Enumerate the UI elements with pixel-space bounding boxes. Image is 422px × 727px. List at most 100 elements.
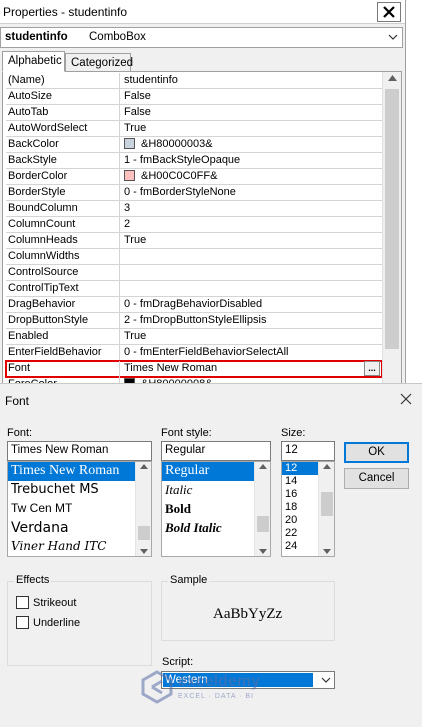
property-value[interactable]: &H80000003& bbox=[121, 137, 377, 153]
dialog-close-button[interactable] bbox=[400, 392, 412, 410]
ok-button[interactable]: OK bbox=[344, 442, 409, 463]
property-value-text: Times New Roman bbox=[124, 362, 218, 374]
property-row-font[interactable]: Font Times New Roman... bbox=[5, 360, 383, 378]
font-label: Font: bbox=[7, 427, 33, 439]
tab-categorized[interactable]: Categorized bbox=[65, 53, 133, 73]
watermark: exceldemy EXCEL · DATA · BI bbox=[138, 667, 298, 707]
property-row-enterfieldbehavior[interactable]: EnterFieldBehavior 0 - fmEnterFieldBehavi… bbox=[6, 345, 382, 361]
font-name-list[interactable]: Times New Roman Trebuchet MS Tw Cen MT V… bbox=[7, 461, 152, 557]
property-row-backcolor[interactable]: BackColor &H80000003& bbox=[6, 137, 382, 153]
scroll-thumb[interactable] bbox=[321, 492, 333, 516]
property-name: (Name) bbox=[6, 73, 120, 89]
property-name: AutoWordSelect bbox=[6, 121, 120, 137]
property-name: Font bbox=[6, 361, 120, 377]
font-item-verdana[interactable]: Verdana bbox=[8, 519, 151, 538]
font-name-input[interactable]: Times New Roman bbox=[7, 441, 152, 461]
property-row-autosize[interactable]: AutoSize False bbox=[6, 89, 382, 105]
property-row-name[interactable]: (Name) studentinfo bbox=[6, 73, 382, 89]
scroll-up-icon[interactable] bbox=[323, 464, 331, 469]
property-value[interactable]: 0 - fmDragBehaviorDisabled bbox=[121, 297, 377, 313]
font-item-tw-cen-mt[interactable]: Tw Cen MT bbox=[8, 500, 151, 519]
scroll-down-icon[interactable] bbox=[259, 549, 267, 554]
underline-label[interactable]: Underline bbox=[33, 617, 80, 629]
scroll-down-icon[interactable] bbox=[140, 549, 148, 554]
property-value[interactable]: True bbox=[121, 329, 377, 345]
sample-preview: AaBbYyZz bbox=[213, 606, 283, 622]
chevron-down-icon bbox=[388, 34, 398, 40]
property-value[interactable]: 0 - fmBorderStyleNone bbox=[121, 185, 377, 201]
property-row-columnheads[interactable]: ColumnHeads True bbox=[6, 233, 382, 249]
property-value[interactable]: 0 - fmEnterFieldBehaviorSelectAll bbox=[121, 345, 377, 361]
cancel-button[interactable]: Cancel bbox=[344, 468, 409, 489]
property-row-autowordselect[interactable]: AutoWordSelect True bbox=[6, 121, 382, 137]
property-value[interactable]: False bbox=[121, 105, 377, 121]
property-row-backstyle[interactable]: BackStyle 1 - fmBackStyleOpaque bbox=[6, 153, 382, 169]
style-list-scrollbar[interactable] bbox=[254, 462, 270, 556]
property-row-columncount[interactable]: ColumnCount 2 bbox=[6, 217, 382, 233]
property-row-controlsource[interactable]: ControlSource bbox=[6, 265, 382, 281]
property-value[interactable]: 1 - fmBackStyleOpaque bbox=[121, 153, 377, 169]
property-value[interactable]: studentinfo bbox=[121, 73, 377, 89]
property-value-text: 3 bbox=[124, 202, 131, 214]
property-value-text: &H00C0C0FF& bbox=[141, 170, 218, 182]
font-dialog: Font Font: Times New Roman Times New Rom… bbox=[0, 383, 422, 727]
property-value[interactable] bbox=[121, 265, 377, 281]
property-row-controltiptext[interactable]: ControlTipText bbox=[6, 281, 382, 297]
property-name: EnterFieldBehavior bbox=[6, 345, 120, 361]
property-value-text: 2 - fmDropButtonStyleEllipsis bbox=[124, 314, 267, 326]
font-style-list[interactable]: Regular Italic Bold Bold Italic bbox=[161, 461, 271, 557]
property-value[interactable] bbox=[121, 249, 377, 265]
property-value-text: 1 - fmBackStyleOpaque bbox=[124, 154, 241, 166]
property-row-dropbuttonstyle[interactable]: DropButtonStyle 2 - fmDropButtonStyleElli… bbox=[6, 313, 382, 329]
scroll-up-icon[interactable] bbox=[388, 75, 397, 81]
scroll-thumb[interactable] bbox=[385, 89, 399, 349]
property-value[interactable]: 3 bbox=[121, 201, 377, 217]
property-name: DragBehavior bbox=[6, 297, 120, 313]
property-row-boundcolumn[interactable]: BoundColumn 3 bbox=[6, 201, 382, 217]
property-value-text: True bbox=[124, 330, 147, 342]
size-input[interactable]: 12 bbox=[281, 441, 335, 461]
scroll-thumb[interactable] bbox=[257, 516, 269, 532]
size-list[interactable]: 12 14 16 18 20 22 24 bbox=[281, 461, 335, 557]
watermark-name: exceldemy bbox=[178, 673, 260, 690]
font-style-input[interactable]: Regular bbox=[161, 441, 271, 461]
strikeout-label[interactable]: Strikeout bbox=[33, 597, 76, 609]
property-value-text: &H80000003& bbox=[141, 138, 213, 150]
property-row-dragbehavior[interactable]: DragBehavior 0 - fmDragBehaviorDisabled bbox=[6, 297, 382, 313]
property-name: AutoTab bbox=[6, 105, 120, 121]
font-item-viner-hand-itc[interactable]: Viner Hand ITC bbox=[8, 538, 151, 556]
property-row-enabled[interactable]: Enabled True bbox=[6, 329, 382, 345]
property-value[interactable]: 2 - fmDropButtonStyleEllipsis bbox=[121, 313, 377, 329]
scroll-thumb[interactable] bbox=[138, 526, 150, 540]
font-item-trebuchet-ms[interactable]: Trebuchet MS bbox=[8, 481, 151, 500]
property-value-text: 2 bbox=[124, 218, 131, 230]
property-value[interactable]: Times New Roman bbox=[121, 361, 377, 377]
scroll-down-icon[interactable] bbox=[323, 549, 331, 554]
size-list-scrollbar[interactable] bbox=[318, 462, 334, 556]
font-style-label: Font style: bbox=[161, 427, 212, 439]
property-row-columnwidths[interactable]: ColumnWidths bbox=[6, 249, 382, 265]
property-value[interactable]: False bbox=[121, 89, 377, 105]
object-selector[interactable]: studentinfo ComboBox bbox=[0, 27, 403, 48]
underline-checkbox[interactable] bbox=[16, 616, 29, 629]
property-value[interactable]: 2 bbox=[121, 217, 377, 233]
property-row-borderstyle[interactable]: BorderStyle 0 - fmBorderStyleNone bbox=[6, 185, 382, 201]
scroll-up-icon[interactable] bbox=[140, 464, 148, 469]
property-row-bordercolor[interactable]: BorderColor &H00C0C0FF& bbox=[6, 169, 382, 185]
property-row-autotab[interactable]: AutoTab False bbox=[6, 105, 382, 121]
property-value[interactable] bbox=[121, 281, 377, 297]
property-value[interactable]: &H00C0C0FF& bbox=[121, 169, 377, 185]
property-value[interactable]: True bbox=[121, 121, 377, 137]
size-label: Size: bbox=[281, 427, 306, 439]
font-item-times-new-roman[interactable]: Times New Roman bbox=[8, 462, 151, 481]
font-list-scrollbar[interactable] bbox=[135, 462, 151, 556]
font-builder-button[interactable]: ... bbox=[364, 361, 380, 376]
scroll-up-icon[interactable] bbox=[259, 464, 267, 469]
strikeout-checkbox[interactable] bbox=[16, 596, 29, 609]
properties-close-button[interactable] bbox=[377, 2, 401, 22]
tab-alphabetic[interactable]: Alphabetic bbox=[2, 51, 65, 72]
effects-label: Effects bbox=[14, 574, 52, 586]
property-grid-scrollbar[interactable] bbox=[382, 72, 401, 383]
exceldemy-logo-icon bbox=[141, 670, 173, 704]
property-value[interactable]: True bbox=[121, 233, 377, 249]
